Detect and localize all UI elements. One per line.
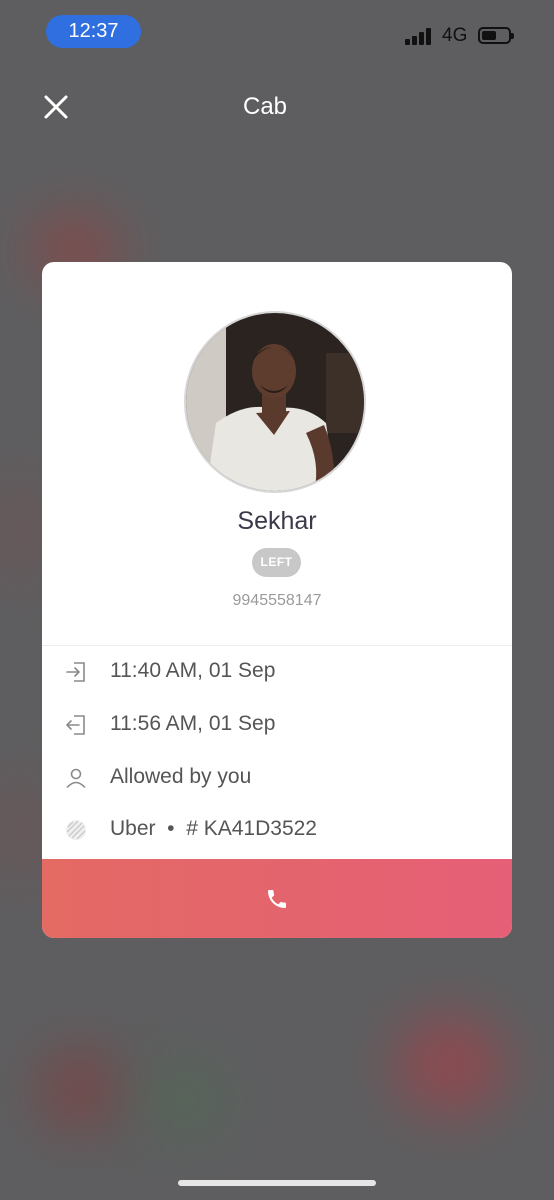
background-blur [0,770,40,890]
company-row: Uber • # KA41D3522 [64,810,494,850]
background-blur [0,470,40,590]
background-blur [140,1060,230,1140]
exit-time: 11:56 AM, 01 Sep [110,712,276,735]
company-vehicle: Uber • # KA41D3522 [110,817,317,840]
status-badge: LEFT [252,548,301,577]
signal-icon [405,28,433,45]
background-blur [395,1015,505,1115]
entry-icon [66,662,85,682]
entry-time: 11:40 AM, 01 Sep [110,659,276,682]
home-indicator[interactable] [178,1180,376,1186]
background-blur [40,1050,120,1130]
phone-icon [268,890,286,908]
allowed-by: Allowed by you [110,765,252,788]
allowed-by-row: Allowed by you [64,758,494,798]
avatar [184,311,366,493]
exit-time-row: 11:56 AM, 01 Sep [64,705,494,745]
call-button[interactable] [42,859,512,938]
visitor-name: Sekhar [237,507,317,535]
divider [42,645,512,646]
page-title: Cab [242,93,288,120]
entry-time-row: 11:40 AM, 01 Sep [64,652,494,692]
status-time: 12:37 [46,15,141,48]
network-label: 4G [442,25,468,46]
battery-icon [478,27,514,44]
company-logo-icon [66,820,86,840]
visitor-phone: 9945558147 [232,592,322,609]
status-bar: 12:37 4G [0,0,554,64]
exit-icon [66,715,85,735]
person-icon [66,768,86,788]
visitor-card: Sekhar LEFT 9945558147 11:40 AM, 01 Sep … [42,262,512,938]
